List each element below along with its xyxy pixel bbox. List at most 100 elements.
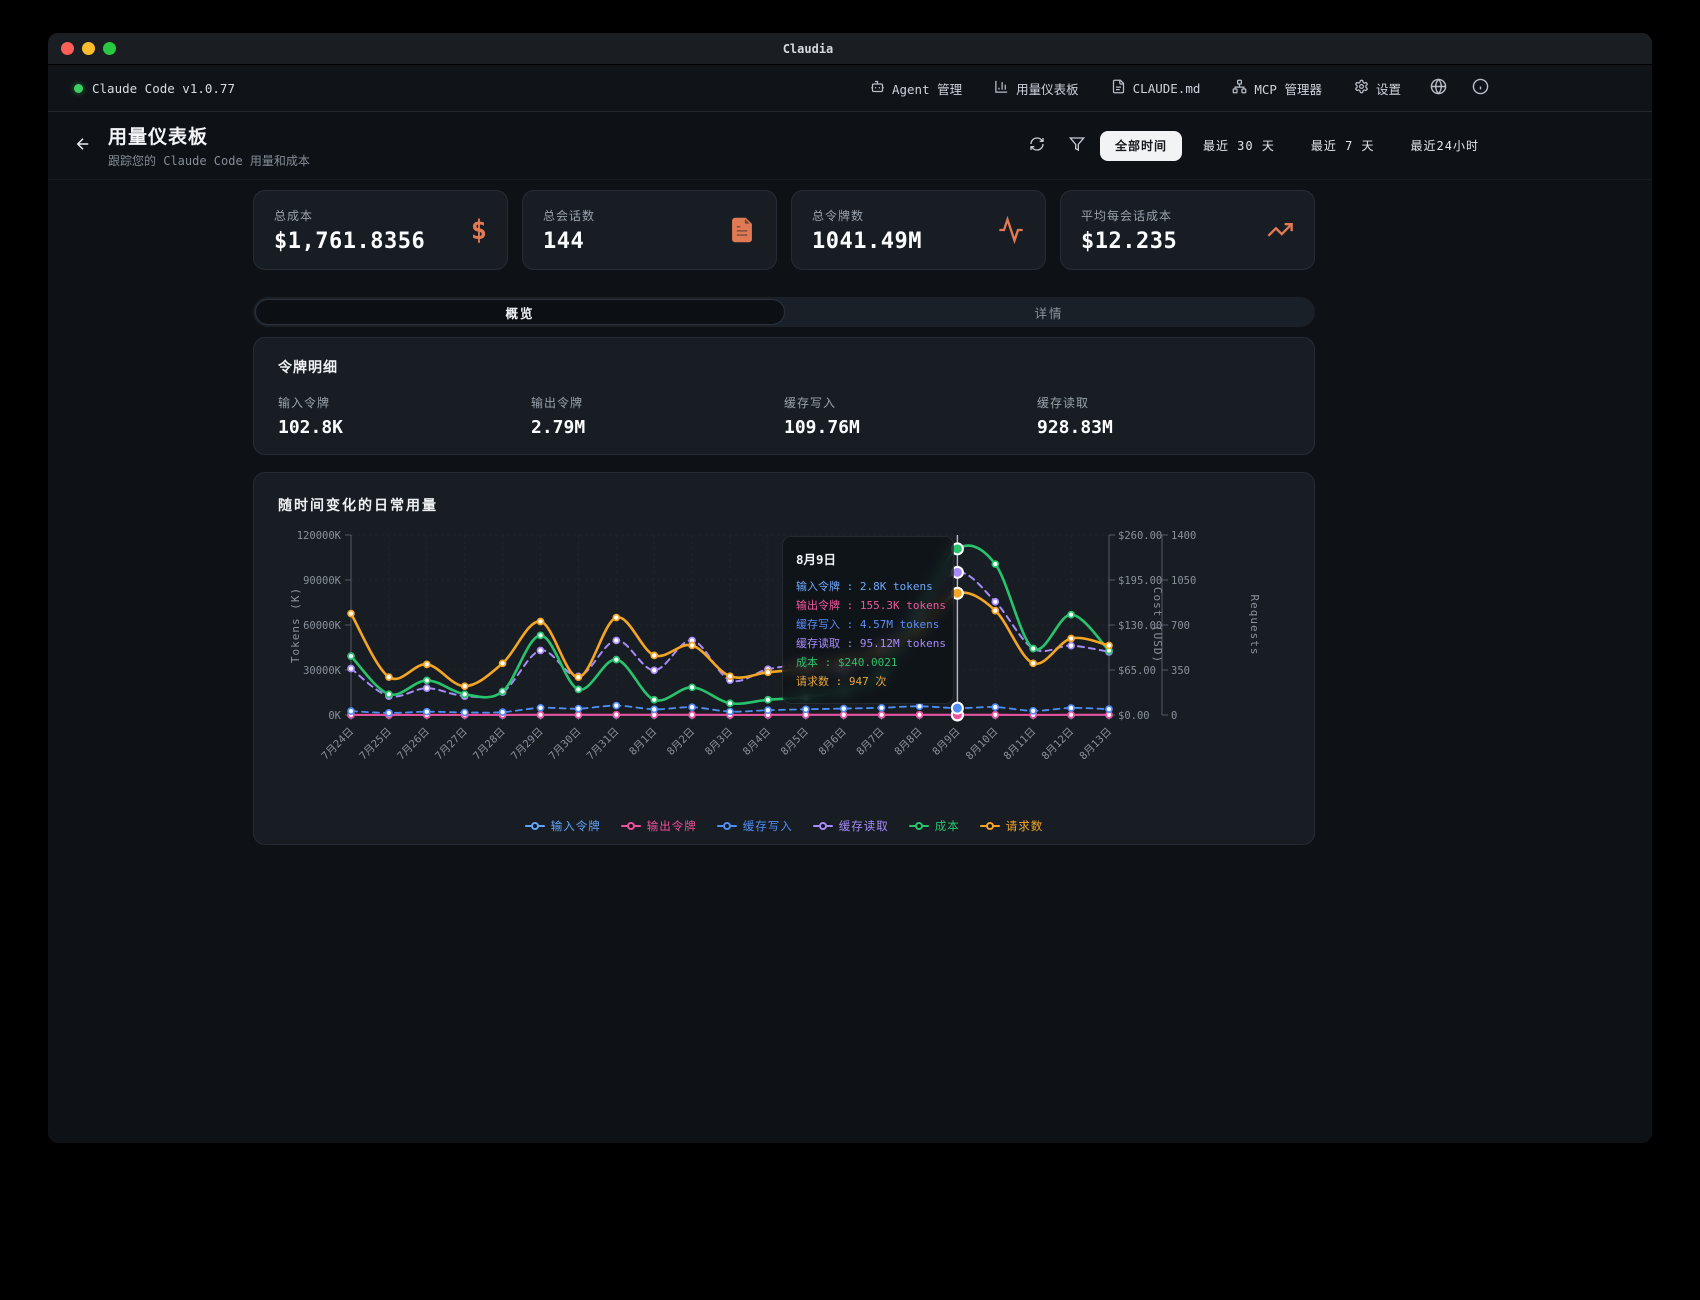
svg-text:8月8日: 8月8日 (892, 726, 924, 758)
svg-text:8月6日: 8月6日 (817, 726, 849, 758)
svg-text:$65.00: $65.00 (1118, 665, 1156, 677)
svg-text:350: 350 (1171, 665, 1190, 677)
chart-legend: 输入令牌 输出令牌 缓存写入 缓存读取 成本 请求数 (254, 818, 1314, 834)
legend-item[interactable]: 输出令牌 (621, 818, 697, 834)
svg-text:8月1日: 8月1日 (627, 726, 659, 758)
svg-text:30000K: 30000K (303, 665, 342, 677)
view-tabs: 概览 详情 (253, 297, 1315, 327)
legend-label: 缓存读取 (839, 818, 889, 834)
filter-button[interactable] (1060, 131, 1094, 161)
svg-text:8月11日: 8月11日 (1002, 726, 1039, 763)
close-window-button[interactable] (61, 42, 74, 55)
svg-text:$195.00: $195.00 (1118, 575, 1162, 587)
svg-text:8月7日: 8月7日 (854, 726, 886, 758)
activity-icon (997, 216, 1025, 244)
info-button[interactable] (1463, 73, 1497, 103)
trending-up-icon (1266, 216, 1294, 244)
file-text-icon (728, 216, 756, 244)
info-icon (1472, 78, 1489, 98)
nav-agent-manager[interactable]: Agent 管理 (858, 72, 974, 105)
svg-text:Cost (USD): Cost (USD) (1151, 587, 1164, 663)
svg-text:7月25日: 7月25日 (357, 726, 394, 763)
token-item-label: 输入令牌 (278, 394, 531, 411)
app-window: Claudia Claude Code v1.0.77 Agent 管理 (48, 33, 1652, 1143)
file-icon (1111, 79, 1126, 97)
tab-overview[interactable]: 概览 (255, 299, 785, 325)
filter-last-30-days[interactable]: 最近 30 天 (1188, 131, 1290, 161)
app-nav: Agent 管理 用量仪表板 CLAUDE.md (858, 72, 1497, 105)
version-label: Claude Code v1.0.77 (92, 81, 235, 96)
tab-details[interactable]: 详情 (785, 299, 1313, 325)
filter-all-time[interactable]: 全部时间 (1100, 131, 1182, 161)
arrow-left-icon (74, 135, 92, 156)
back-button[interactable] (66, 129, 100, 163)
language-globe-button[interactable] (1421, 73, 1455, 103)
svg-text:700: 700 (1171, 620, 1190, 632)
page-header: 用量仪表板 跟踪您的 Claude Code 用量和成本 全部时间 最近 30 … (48, 112, 1652, 180)
svg-text:8月5日: 8月5日 (779, 726, 811, 758)
svg-text:$0.00: $0.00 (1118, 710, 1150, 722)
stat-card-total-tokens: 总令牌数 1041.49M (791, 190, 1046, 270)
page-subtitle: 跟踪您的 Claude Code 用量和成本 (108, 152, 310, 169)
stats-row: 总成本 $1,761.8356 $ 总会话数 144 (253, 190, 1315, 270)
globe-icon (1430, 78, 1447, 98)
svg-text:7月26日: 7月26日 (395, 726, 432, 763)
legend-item[interactable]: 输入令牌 (525, 818, 601, 834)
legend-item[interactable]: 成本 (909, 818, 960, 834)
token-item-value: 102.8K (278, 417, 531, 438)
svg-text:0: 0 (1171, 710, 1177, 722)
gear-icon (1354, 79, 1369, 97)
svg-text:7月30日: 7月30日 (547, 726, 584, 763)
legend-item[interactable]: 请求数 (980, 818, 1044, 834)
token-breakdown-item: 缓存写入 109.76M (784, 394, 1037, 438)
app-version: Claude Code v1.0.77 (74, 81, 235, 96)
main-content: 总成本 $1,761.8356 $ 总会话数 144 (48, 180, 1652, 845)
svg-text:60000K: 60000K (303, 620, 342, 632)
legend-swatch-icon (525, 821, 545, 831)
nav-label: Agent 管理 (892, 79, 962, 98)
filter-last-24-hours[interactable]: 最近24小时 (1396, 131, 1494, 161)
svg-text:0K: 0K (328, 710, 341, 722)
legend-swatch-icon (717, 821, 737, 831)
legend-item[interactable]: 缓存写入 (717, 818, 793, 834)
nav-usage-dashboard[interactable]: 用量仪表板 (982, 72, 1091, 105)
svg-text:8月9日: 8月9日 (930, 726, 962, 758)
legend-swatch-icon (980, 821, 1000, 831)
bar-chart-icon (994, 79, 1009, 97)
tooltip-date: 8月9日 (796, 549, 940, 568)
svg-text:Tokens (K): Tokens (K) (289, 587, 302, 663)
funnel-icon (1069, 136, 1085, 155)
tooltip-row: 输入令牌 : 2.8K tokens (796, 577, 940, 596)
svg-text:7月29日: 7月29日 (509, 726, 546, 763)
tooltip-row: 成本 : $240.0021 (796, 653, 940, 672)
token-item-label: 输出令牌 (531, 394, 784, 411)
filter-last-7-days[interactable]: 最近 7 天 (1296, 131, 1390, 161)
desktop: Claudia Claude Code v1.0.77 Agent 管理 (0, 0, 1700, 1300)
token-breakdown-item: 输入令牌 102.8K (278, 394, 531, 438)
stat-value: 1041.49M (812, 229, 922, 254)
minimize-window-button[interactable] (82, 42, 95, 55)
tooltip-row: 缓存读取 : 95.12M tokens (796, 634, 940, 653)
tooltip-row: 缓存写入 : 4.57M tokens (796, 615, 940, 634)
nav-label: MCP 管理器 (1254, 79, 1322, 98)
token-item-value: 928.83M (1037, 417, 1290, 438)
svg-text:90000K: 90000K (303, 575, 342, 587)
daily-usage-chart-card: 随时间变化的日常用量 0K$0.00030000K$65.0035060000K… (253, 472, 1315, 845)
refresh-button[interactable] (1020, 131, 1054, 161)
zoom-window-button[interactable] (103, 42, 116, 55)
network-icon (1232, 79, 1247, 97)
stat-label: 总令牌数 (812, 207, 922, 224)
nav-mcp-manager[interactable]: MCP 管理器 (1220, 72, 1334, 105)
svg-text:7月27日: 7月27日 (433, 726, 470, 763)
svg-text:7月31日: 7月31日 (585, 726, 622, 763)
nav-claude-md[interactable]: CLAUDE.md (1099, 72, 1213, 104)
legend-swatch-icon (813, 821, 833, 831)
legend-item[interactable]: 缓存读取 (813, 818, 889, 834)
chart-tooltip: 8月9日 输入令牌 : 2.8K tokens 输出令牌 : 155.3K to… (782, 536, 954, 704)
legend-swatch-icon (621, 821, 641, 831)
svg-text:8月3日: 8月3日 (703, 726, 735, 758)
stat-label: 总成本 (274, 207, 425, 224)
legend-label: 成本 (935, 818, 960, 834)
nav-settings[interactable]: 设置 (1342, 72, 1413, 105)
legend-swatch-icon (909, 821, 929, 831)
